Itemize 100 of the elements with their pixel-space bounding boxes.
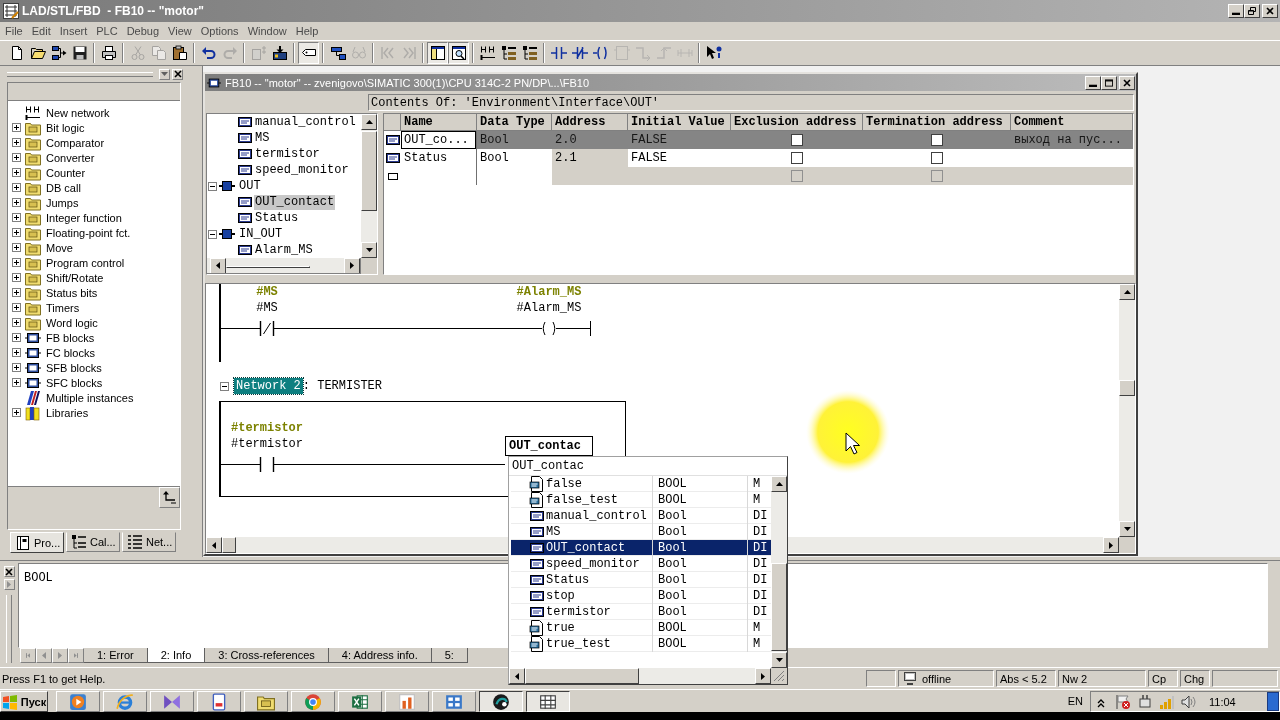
tree-item[interactable]: FB blocks (46, 331, 95, 344)
autocomplete-item[interactable]: Status Bool DI (511, 572, 771, 588)
tree-item[interactable]: IN_OUT (238, 226, 284, 242)
tree-item[interactable]: OUT_contact (254, 194, 336, 210)
scroll-thumb[interactable] (525, 668, 639, 684)
tab[interactable]: 2: Info (147, 648, 206, 663)
checkbox[interactable] (791, 134, 803, 146)
toolbar-button[interactable] (427, 42, 448, 64)
checkbox[interactable] (791, 152, 803, 164)
panel-close-button[interactable] (172, 68, 183, 80)
plus-box-icon[interactable] (12, 333, 21, 342)
clock[interactable]: 11:04 (1209, 695, 1236, 708)
menu-item[interactable]: Options (196, 25, 244, 37)
scroll-thumb[interactable] (226, 265, 310, 268)
menu-item[interactable]: Window (243, 25, 292, 37)
minus-box-icon[interactable] (208, 229, 217, 239)
scroll-right-button[interactable] (1103, 537, 1119, 553)
vertical-scrollbar[interactable] (1119, 284, 1135, 537)
tree-item[interactable]: Jumps (46, 196, 79, 209)
close-button[interactable] (1262, 4, 1278, 18)
scroll-thumb[interactable] (222, 537, 236, 553)
plus-box-icon[interactable] (12, 123, 21, 132)
autocomplete-item[interactable]: false BOOL M (511, 476, 771, 492)
plus-box-icon[interactable] (12, 198, 21, 207)
close-button[interactable] (3, 566, 15, 577)
autocomplete-item[interactable]: speed_monitor Bool DI (511, 556, 771, 572)
plus-box-icon[interactable] (12, 318, 21, 327)
tree-item[interactable]: speed_monitor (254, 162, 350, 178)
tab[interactable]: 5: (431, 648, 468, 663)
toolbar-button[interactable] (298, 42, 319, 64)
menu-item[interactable]: Debug (122, 25, 165, 37)
tree-item[interactable]: Floating-point fct. (46, 226, 131, 239)
tree-item[interactable]: Counter (46, 166, 86, 179)
scroll-right-button[interactable] (344, 258, 360, 273)
plug-icon[interactable] (1137, 693, 1153, 710)
expand-button[interactable] (3, 579, 15, 590)
panel-tab[interactable]: Pro... (10, 532, 64, 553)
scroll-right-button[interactable] (755, 668, 771, 684)
maximize-button[interactable] (1101, 75, 1117, 90)
checkbox[interactable] (931, 134, 943, 146)
autocomplete-item[interactable]: true BOOL M (511, 620, 771, 636)
autocomplete-item[interactable]: manual_control Bool DI (511, 508, 771, 524)
tree-item[interactable]: FC blocks (46, 346, 95, 359)
tree-item[interactable]: Status bits (46, 286, 98, 299)
scroll-thumb[interactable] (1119, 380, 1135, 396)
tree-item[interactable]: SFB blocks (46, 361, 102, 374)
plus-box-icon[interactable] (12, 228, 21, 237)
autocomplete-item[interactable]: stop Bool DI (511, 588, 771, 604)
tree-item[interactable]: New network (46, 106, 110, 119)
speaker-icon[interactable] (1181, 693, 1197, 710)
operand-name[interactable]: #MS (256, 301, 278, 315)
tree-item[interactable]: SFC blocks (46, 376, 103, 389)
first-tab-button[interactable] (20, 648, 36, 663)
menu-item[interactable]: File (1, 25, 28, 37)
next-tab-button[interactable] (52, 648, 68, 663)
autocomplete-item[interactable]: termistor Bool DI (511, 604, 771, 620)
plus-box-icon[interactable] (12, 303, 21, 312)
plus-box-icon[interactable] (12, 243, 21, 252)
tree-item[interactable]: Shift/Rotate (46, 271, 104, 284)
scroll-down-button[interactable] (771, 652, 787, 668)
menu-item[interactable]: Edit (27, 25, 56, 37)
scroll-left-button[interactable] (206, 537, 222, 553)
plus-box-icon[interactable] (12, 378, 21, 387)
taskbar-button[interactable] (479, 691, 523, 712)
plus-box-icon[interactable] (12, 288, 21, 297)
tree-item[interactable]: Integer function (46, 211, 122, 224)
plus-box-icon[interactable] (12, 213, 21, 222)
panel-tab[interactable]: Net... (122, 532, 176, 552)
tree-item[interactable]: Program control (46, 256, 125, 269)
plus-box-icon[interactable] (12, 348, 21, 357)
tree-item[interactable]: Word logic (46, 316, 98, 329)
plus-box-icon[interactable] (12, 363, 21, 372)
tab[interactable]: 1: Error (84, 648, 148, 663)
table-row[interactable]: OUT_co... Bool 2.0 FALSE выход на пус... (384, 131, 1133, 149)
tab[interactable]: 4: Address info. (328, 648, 432, 663)
tree-item[interactable]: Move (46, 241, 73, 254)
minus-box-icon[interactable] (208, 181, 217, 191)
taskbar-button[interactable] (526, 691, 570, 712)
horizontal-scrollbar[interactable] (509, 668, 771, 684)
vertical-scrollbar[interactable] (771, 476, 787, 668)
scroll-down-button[interactable] (1119, 521, 1135, 537)
plus-box-icon[interactable] (12, 138, 21, 147)
minimize-button[interactable] (1228, 4, 1244, 18)
tree-item[interactable]: manual_control (254, 114, 357, 130)
close-button[interactable] (1119, 75, 1135, 90)
toolbar-button[interactable] (448, 42, 469, 64)
previous-tab-button[interactable] (36, 648, 52, 663)
panel-tab[interactable]: Cal... (66, 532, 120, 552)
operand-name[interactable]: #Alarm_MS (516, 301, 582, 315)
scroll-up-button[interactable] (361, 114, 377, 130)
flag-icon[interactable] (1115, 693, 1131, 710)
tree-item[interactable]: Multiple instances (46, 391, 134, 404)
tree-item[interactable]: Status (254, 210, 300, 226)
language-indicator[interactable]: EN (1067, 695, 1083, 707)
scroll-left-button[interactable] (509, 668, 525, 684)
plus-box-icon[interactable] (12, 183, 21, 192)
autocomplete-item[interactable]: OUT_contact Bool DI (511, 540, 771, 556)
menu-item[interactable]: PLC (92, 25, 123, 37)
tree-item[interactable]: Alarm_MS (254, 242, 314, 258)
scroll-thumb[interactable] (361, 131, 377, 211)
